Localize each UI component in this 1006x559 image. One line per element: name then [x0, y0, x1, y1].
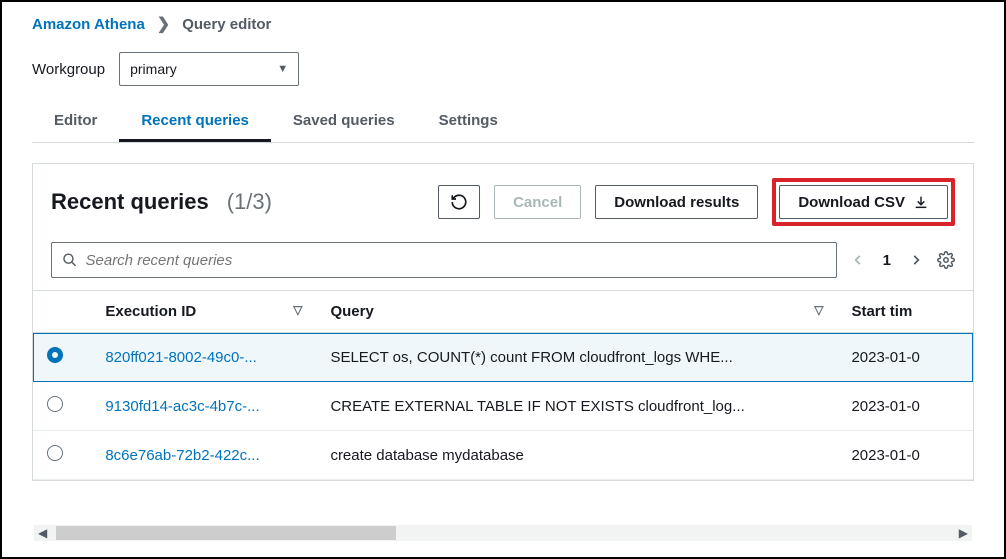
query-text: CREATE EXTERNAL TABLE IF NOT EXISTS clou… — [316, 382, 837, 431]
download-csv-button[interactable]: Download CSV — [779, 185, 948, 219]
caret-down-icon: ▼ — [277, 63, 288, 75]
search-input[interactable] — [86, 252, 826, 269]
row-radio[interactable] — [47, 396, 63, 412]
start-time: 2023-01-0 — [837, 382, 973, 431]
settings-gear-button[interactable] — [937, 251, 955, 269]
chevron-right-icon: ❯ — [157, 14, 170, 34]
cancel-button: Cancel — [494, 185, 581, 219]
table-row[interactable]: 8c6e76ab-72b2-422c... create database my… — [33, 431, 973, 480]
tab-settings[interactable]: Settings — [417, 102, 520, 142]
tab-saved-queries[interactable]: Saved queries — [271, 102, 417, 142]
panel-count: (1/3) — [227, 189, 272, 215]
scroll-left-arrow[interactable]: ◀ — [38, 526, 47, 540]
tab-editor[interactable]: Editor — [32, 102, 119, 142]
tabs: Editor Recent queries Saved queries Sett… — [32, 102, 974, 143]
page-next[interactable] — [909, 253, 923, 267]
recent-queries-table: Execution ID▽ Query▽ Start tim 820ff021-… — [33, 290, 973, 480]
query-text: SELECT os, COUNT(*) count FROM cloudfron… — [316, 333, 837, 382]
workgroup-label: Workgroup — [32, 61, 105, 78]
query-text: create database mydatabase — [316, 431, 837, 480]
execution-id-link[interactable]: 8c6e76ab-72b2-422c... — [91, 431, 316, 480]
gear-icon — [937, 251, 955, 269]
col-start-time[interactable]: Start tim — [837, 291, 973, 333]
horizontal-scrollbar[interactable]: ◀ ▶ — [34, 525, 972, 541]
recent-queries-panel: Recent queries (1/3) Cancel Download res… — [32, 163, 974, 481]
scrollbar-thumb[interactable] — [56, 526, 396, 540]
panel-title: Recent queries — [51, 189, 209, 215]
pagination: 1 — [851, 252, 923, 269]
download-icon — [913, 194, 929, 210]
breadcrumb: Amazon Athena ❯ Query editor — [32, 14, 974, 34]
refresh-button[interactable] — [438, 185, 480, 219]
chevron-right-icon — [909, 253, 923, 267]
refresh-icon — [450, 193, 468, 211]
chevron-left-icon — [851, 253, 865, 267]
col-execution-id[interactable]: Execution ID▽ — [91, 291, 316, 333]
page-prev — [851, 253, 865, 267]
table-row[interactable]: 820ff021-8002-49c0-... SELECT os, COUNT(… — [33, 333, 973, 382]
row-radio[interactable] — [47, 445, 63, 461]
search-input-wrapper[interactable] — [51, 242, 837, 278]
tab-recent-queries[interactable]: Recent queries — [119, 102, 271, 142]
search-icon — [62, 252, 78, 268]
start-time: 2023-01-0 — [837, 431, 973, 480]
download-csv-highlight: Download CSV — [772, 178, 955, 226]
breadcrumb-root-link[interactable]: Amazon Athena — [32, 16, 145, 33]
start-time: 2023-01-0 — [837, 333, 973, 382]
download-csv-label: Download CSV — [798, 194, 905, 211]
workgroup-select[interactable]: primary ▼ — [119, 52, 299, 86]
scroll-right-arrow[interactable]: ▶ — [959, 526, 968, 540]
execution-id-link[interactable]: 9130fd14-ac3c-4b7c-... — [91, 382, 316, 431]
page-number: 1 — [883, 252, 891, 269]
row-radio[interactable] — [47, 347, 63, 363]
filter-icon: ▽ — [814, 303, 823, 317]
breadcrumb-current: Query editor — [182, 16, 271, 33]
download-results-button[interactable]: Download results — [595, 185, 758, 219]
workgroup-value: primary — [130, 61, 177, 77]
execution-id-link[interactable]: 820ff021-8002-49c0-... — [91, 333, 316, 382]
col-query[interactable]: Query▽ — [316, 291, 837, 333]
table-row[interactable]: 9130fd14-ac3c-4b7c-... CREATE EXTERNAL T… — [33, 382, 973, 431]
filter-icon: ▽ — [293, 303, 302, 317]
